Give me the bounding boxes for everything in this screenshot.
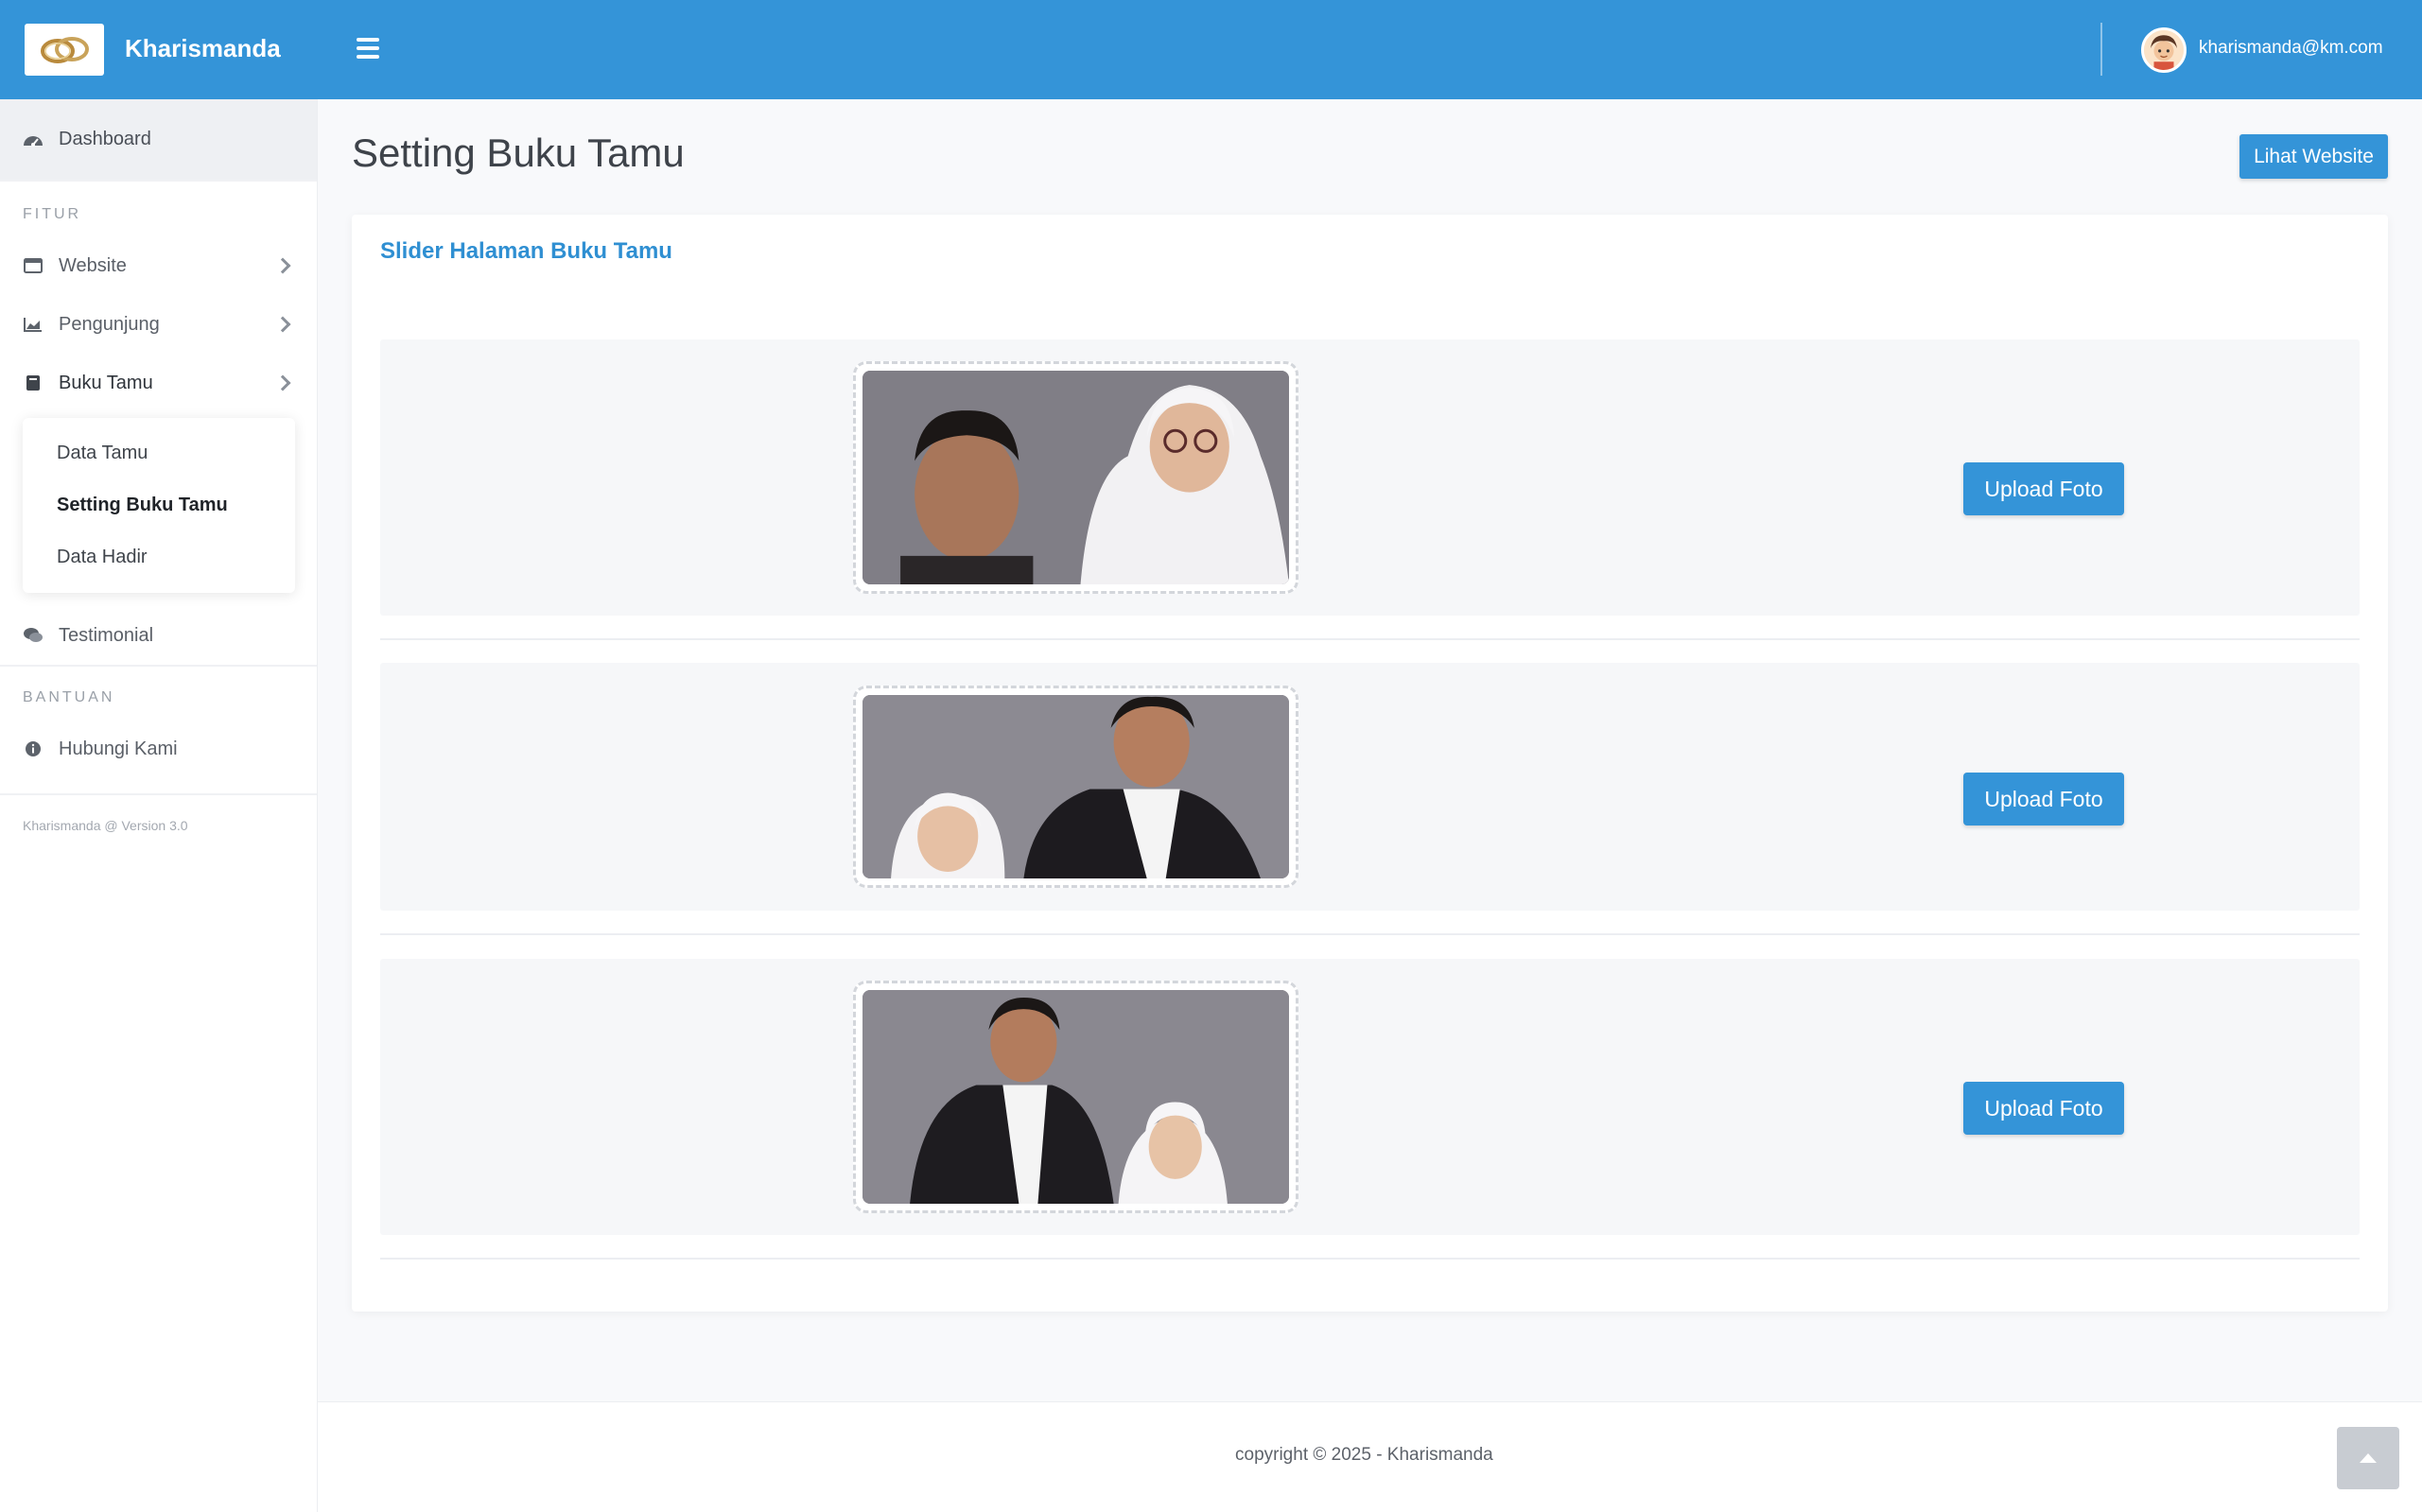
submenu-item-data-hadir[interactable]: Data Hadir bbox=[23, 531, 295, 583]
user-avatar[interactable] bbox=[2141, 27, 2187, 73]
upload-photo-button[interactable]: Upload Foto bbox=[1963, 1082, 2124, 1135]
chevron-right-icon bbox=[274, 257, 291, 274]
user-email[interactable]: kharismanda@km.com bbox=[2199, 38, 2383, 59]
footer: copyright © 2025 - Kharismanda bbox=[318, 1401, 2422, 1512]
couple-photo-image bbox=[863, 371, 1289, 584]
scroll-to-top-button[interactable] bbox=[2337, 1427, 2399, 1489]
slide-row: Upload Foto bbox=[380, 339, 2360, 616]
sidebar-item-label: Hubungi Kami bbox=[59, 738, 178, 759]
section-label-bantuan: BANTUAN bbox=[23, 689, 115, 705]
sidebar-item-label: Pengunjung bbox=[59, 313, 160, 335]
chevron-right-icon bbox=[274, 316, 291, 333]
card-title: Slider Halaman Buku Tamu bbox=[380, 238, 672, 264]
buku-tamu-submenu: Data Tamu Setting Buku Tamu Data Hadir bbox=[23, 418, 295, 593]
rings-logo-icon bbox=[41, 36, 89, 63]
slide-photo bbox=[863, 371, 1289, 584]
sidebar-item-website[interactable]: Website bbox=[0, 236, 317, 295]
row-divider bbox=[380, 933, 2360, 935]
sidebar-item-hubungi-kami[interactable]: Hubungi Kami bbox=[0, 720, 317, 778]
sidebar-item-testimonial[interactable]: Testimonial bbox=[0, 606, 317, 665]
brand-name[interactable]: Kharismanda bbox=[125, 34, 281, 63]
couple-photo-image bbox=[863, 990, 1289, 1204]
view-website-button[interactable]: Lihat Website bbox=[2239, 134, 2388, 179]
area-chart-icon bbox=[23, 315, 44, 334]
sidebar-item-buku-tamu[interactable]: Buku Tamu bbox=[0, 354, 317, 412]
upload-photo-button[interactable]: Upload Foto bbox=[1963, 773, 2124, 826]
window-icon bbox=[23, 256, 44, 275]
copyright-text: copyright © 2025 - Kharismanda bbox=[1235, 1445, 1493, 1465]
avatar-face-icon bbox=[2144, 30, 2184, 70]
sidebar-item-label: Buku Tamu bbox=[59, 372, 153, 393]
slide-thumbnail-frame[interactable] bbox=[853, 981, 1298, 1213]
page-title: Setting Buku Tamu bbox=[352, 130, 685, 175]
sidebar-item-label: Website bbox=[59, 254, 127, 276]
menu-toggle-icon[interactable] bbox=[357, 38, 379, 59]
sidebar-item-label: Dashboard bbox=[59, 129, 151, 149]
slide-row: Upload Foto bbox=[380, 959, 2360, 1235]
caret-up-icon bbox=[2360, 1453, 2377, 1463]
slide-photo bbox=[863, 695, 1289, 878]
book-icon bbox=[23, 374, 44, 392]
sidebar: Dashboard FITUR Website Pengunjung Buku … bbox=[0, 99, 318, 1512]
version-text: Kharismanda @ Version 3.0 bbox=[23, 818, 188, 833]
row-divider bbox=[380, 638, 2360, 640]
upload-photo-button[interactable]: Upload Foto bbox=[1963, 462, 2124, 515]
chevron-right-icon bbox=[274, 374, 291, 391]
comments-icon bbox=[23, 626, 44, 645]
row-divider bbox=[380, 1258, 2360, 1260]
brand-logo[interactable] bbox=[25, 24, 104, 76]
dashboard-gauge-icon bbox=[23, 130, 44, 149]
slider-settings-card: Slider Halaman Buku Tamu Upload Foto Upl… bbox=[352, 215, 2388, 1312]
sidebar-item-label: Testimonial bbox=[59, 624, 154, 646]
slide-row: Upload Foto bbox=[380, 663, 2360, 911]
submenu-item-setting-buku-tamu[interactable]: Setting Buku Tamu bbox=[23, 479, 295, 531]
sidebar-item-dashboard[interactable]: Dashboard bbox=[0, 99, 317, 180]
header-divider bbox=[2100, 23, 2102, 76]
submenu-item-data-tamu[interactable]: Data Tamu bbox=[23, 427, 295, 479]
slide-photo bbox=[863, 990, 1289, 1204]
slide-thumbnail-frame[interactable] bbox=[853, 361, 1298, 594]
section-label-fitur: FITUR bbox=[23, 206, 82, 222]
info-circle-icon bbox=[23, 739, 44, 758]
sidebar-item-pengunjung[interactable]: Pengunjung bbox=[0, 295, 317, 354]
slide-thumbnail-frame[interactable] bbox=[853, 686, 1298, 888]
couple-photo-image bbox=[863, 695, 1289, 878]
top-navbar: Kharismanda kharismanda@km.com bbox=[0, 0, 2422, 99]
